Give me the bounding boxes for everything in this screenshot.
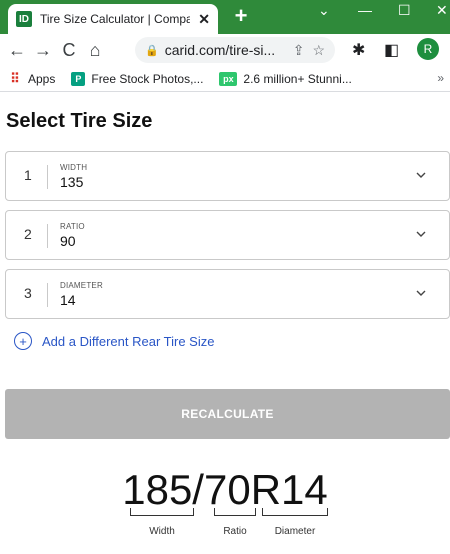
chevron-down-icon — [416, 172, 426, 178]
bookmark-pixabay[interactable]: px 2.6 million+ Stunni... — [219, 71, 352, 86]
diameter-bracket — [262, 508, 328, 516]
browser-tab-strip: ID Tire Size Calculator | Comparis ✕ + ⌄… — [0, 0, 450, 34]
forward-icon[interactable]: → — [30, 40, 56, 61]
select-caption: RATIO — [60, 222, 85, 231]
select-index: 2 — [24, 226, 32, 242]
plus-circle-icon: + — [14, 332, 32, 350]
close-tab-icon[interactable]: ✕ — [198, 11, 210, 28]
add-rear-tire-link[interactable]: + Add a Different Rear Tire Size — [14, 332, 214, 350]
select-caption: WIDTH — [60, 163, 88, 172]
chevron-down-icon — [416, 290, 426, 296]
tab-search-icon[interactable]: ⌄ — [318, 2, 330, 19]
recalculate-button[interactable]: RECALCULATE — [5, 389, 450, 439]
bookmark-star-icon[interactable]: ☆ — [312, 42, 325, 59]
bookmark-apps[interactable]: ⠿ Apps — [8, 70, 56, 86]
minimize-icon[interactable]: — — [358, 2, 372, 18]
more-bookmarks-icon[interactable]: » — [437, 71, 444, 85]
ratio-select[interactable]: 2 RATIO 90 — [5, 210, 450, 260]
width-label: Width — [149, 526, 175, 537]
bookmarks-bar: ⠿ Apps P Free Stock Photos,... px 2.6 mi… — [0, 66, 450, 92]
back-icon[interactable]: ← — [4, 40, 30, 61]
divider — [47, 165, 48, 189]
divider — [47, 283, 48, 307]
chevron-down-icon — [416, 231, 426, 237]
bookmark-label: Apps — [28, 71, 56, 86]
add-rear-label: Add a Different Rear Tire Size — [42, 333, 215, 349]
select-caption: DIAMETER — [60, 281, 103, 290]
profile-avatar[interactable]: R — [417, 38, 439, 60]
divider — [47, 224, 48, 248]
select-value: 14 — [60, 292, 76, 308]
pexels-icon: P — [71, 71, 86, 86]
select-value: 135 — [60, 174, 84, 190]
select-index: 1 — [24, 167, 32, 183]
new-tab-button[interactable]: + — [230, 4, 252, 30]
pixabay-icon: px — [219, 71, 238, 86]
browser-toolbar: ← → C ⌂ 🔒 carid.com/tire-si... ⇪ ☆ ✱ ◧ R — [0, 34, 450, 66]
bookmark-free-stock-photos[interactable]: P Free Stock Photos,... — [71, 71, 204, 86]
apps-grid-icon: ⠿ — [10, 70, 20, 86]
share-icon[interactable]: ⇪ — [293, 42, 305, 59]
side-panel-icon[interactable]: ◧ — [384, 40, 399, 60]
close-window-icon[interactable]: ✕ — [436, 2, 448, 19]
select-index: 3 — [24, 285, 32, 301]
tab-title: Tire Size Calculator | Comparis — [40, 12, 190, 26]
extensions-icon[interactable]: ✱ — [352, 40, 365, 60]
address-bar[interactable]: 🔒 carid.com/tire-si... ⇪ ☆ — [135, 37, 335, 63]
page-title: Select Tire Size — [6, 110, 153, 132]
diameter-select[interactable]: 3 DIAMETER 14 — [5, 269, 450, 319]
maximize-icon[interactable]: ☐ — [398, 2, 411, 19]
reload-icon[interactable]: C — [56, 40, 82, 61]
select-value: 90 — [60, 233, 76, 249]
tire-size-result: 185/70R14 — [122, 466, 328, 513]
lock-icon: 🔒 — [145, 44, 159, 57]
ratio-label: Ratio — [223, 526, 247, 537]
diameter-label: Diameter — [274, 526, 316, 537]
width-bracket — [130, 508, 194, 516]
ratio-bracket — [214, 508, 256, 516]
url-text: carid.com/tire-si... — [164, 42, 276, 58]
browser-tab[interactable]: ID Tire Size Calculator | Comparis ✕ — [8, 4, 218, 34]
bookmark-label: Free Stock Photos,... — [91, 71, 204, 86]
width-select[interactable]: 1 WIDTH 135 — [5, 151, 450, 201]
bookmark-label: 2.6 million+ Stunni... — [243, 71, 352, 86]
home-icon[interactable]: ⌂ — [82, 40, 108, 61]
carid-favicon-icon: ID — [16, 11, 32, 27]
